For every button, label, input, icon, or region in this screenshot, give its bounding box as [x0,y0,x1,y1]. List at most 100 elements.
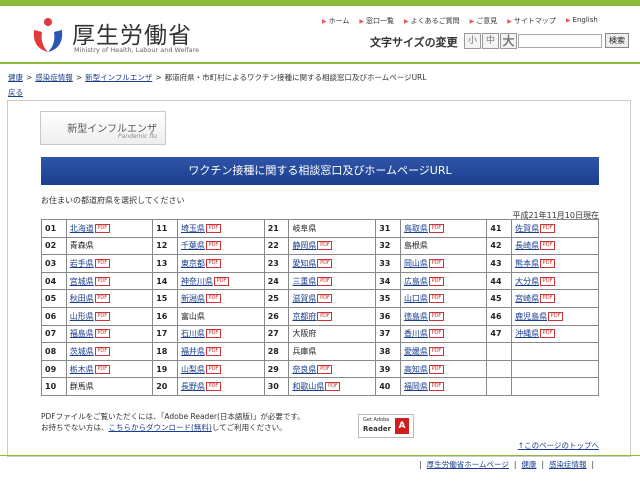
prefecture-link[interactable]: 栃木県 [70,365,94,374]
font-size-small-button[interactable]: 小 [464,33,481,49]
section-badge: 新型インフルエンザ Pandemic flu [40,111,166,145]
font-size-medium-button[interactable]: 中 [482,33,499,49]
prefecture-link[interactable]: 鹿児島県 [515,312,547,321]
prefecture-link[interactable]: 茨城県 [70,347,94,356]
prefecture-link[interactable]: 岩手県 [70,259,94,268]
prefecture-link[interactable]: 長崎県 [515,241,539,250]
pdf-icon: PDF [317,276,333,286]
prefecture-cell: 愛媛県 PDF [399,342,488,361]
prefecture-link[interactable]: 滋賀県 [292,294,316,303]
prefecture-cell: 愛知県 PDF [288,254,377,273]
prefecture-link[interactable]: 山梨県 [181,365,205,374]
prefecture-link[interactable]: 福井県 [181,347,205,356]
adobe-badge-line2: Reader [363,425,392,433]
prefecture-link[interactable]: 徳島県 [404,312,428,321]
prefecture-number: 21 [263,219,290,238]
prefecture-number: 05 [41,289,67,308]
prefecture-cell: 山形県 PDF [65,306,154,326]
prefecture-cell: 福井県 PDF [176,342,265,361]
prefecture-link[interactable]: 大分県 [515,277,539,286]
prefecture-number: 02 [41,236,67,256]
pdf-icon: PDF [428,329,444,339]
prefecture-link[interactable]: 高知県 [404,365,428,374]
prefecture-link[interactable]: 北海道 [70,224,94,233]
back-link[interactable]: 戻る [8,87,23,98]
pdf-icon: PDF [205,258,221,268]
prefecture-number: 39 [375,359,401,379]
font-size-large-button[interactable]: 大 [500,33,517,49]
prefecture-link[interactable]: 奈良県 [292,365,316,374]
nav-contacts[interactable]: ▶ 窓口一覧 [359,16,394,28]
prefecture-number: 35 [375,289,401,308]
prefecture-cell: 福島県 PDF [65,324,154,344]
pdf-icon: PDF [540,258,556,268]
back-to-top-link[interactable]: ↑このページのトップへ [518,440,599,451]
prefecture-link[interactable]: 広島県 [404,277,428,286]
search-button[interactable]: 検索 [605,33,629,48]
prefecture-number: 16 [152,306,178,326]
site-logo[interactable]: 厚生労働省 Ministry of Health, Labour and Wel… [30,14,200,60]
prefecture-number: 44 [486,271,513,291]
prefecture-cell [511,377,599,396]
prefecture-link[interactable]: 新潟県 [181,294,205,303]
prefecture-link[interactable]: 山口県 [404,294,428,303]
prefecture-number: 23 [263,254,290,273]
prefecture-link[interactable]: 岡山県 [404,259,428,268]
prefecture-link[interactable]: 和歌山県 [292,382,324,391]
prefecture-link[interactable]: 千葉県 [181,241,205,250]
prefecture-link[interactable]: 東京都 [181,259,205,268]
triangle-bullet-icon: ▶ [469,18,475,25]
prefecture-number: 40 [375,377,401,396]
nav-feedback[interactable]: ▶ ご意見 [470,16,498,28]
footer-separator: | [541,460,544,469]
prefecture-link[interactable]: 宮城県 [70,277,94,286]
table-row: 01 北海道 PDF 11 埼玉県 PDF 21 岐阜県 31 鳥取県 PDF 41 佐賀県 PDF [41,219,599,238]
prefecture-link[interactable]: 三重県 [292,277,316,286]
prefecture-link[interactable]: 熊本県 [515,259,539,268]
pdf-icon: PDF [317,241,333,251]
prefecture-link[interactable]: 神奈川県 [181,277,213,286]
get-adobe-reader-badge[interactable]: Get Adobe Reader A [358,414,414,438]
footer-health[interactable]: 健康 [521,460,536,469]
prefecture-number [486,342,513,361]
prefecture-link[interactable]: 山形県 [70,312,94,321]
prefecture-link[interactable]: 石川県 [181,329,205,338]
prefecture-link[interactable]: 香川県 [404,329,428,338]
prefecture-link[interactable]: 京都府 [292,312,316,321]
prefecture-cell: 宮崎県 PDF [511,289,599,308]
pdf-icon: PDF [205,241,221,251]
prefecture-link[interactable]: 鳥取県 [404,224,428,233]
prefecture-number: 12 [152,236,178,256]
prefecture-link[interactable]: 佐賀県 [515,224,539,233]
prefecture-link[interactable]: 愛知県 [292,259,316,268]
prefecture-number: 06 [41,306,67,326]
prefecture-cell: 和歌山県 PDF [288,377,377,396]
prefecture-link[interactable]: 福島県 [70,329,94,338]
prefecture-cell: 福岡県 PDF [399,377,488,396]
download-link[interactable]: こちらからダウンロード(無料) [109,423,212,432]
breadcrumb-flu[interactable]: 新型インフルエンザ [85,73,152,82]
breadcrumb-current: 都道府県・市町村によるワクチン接種に関する相談窓口及びホームページURL [164,73,427,82]
prefecture-link[interactable]: 宮崎県 [515,294,539,303]
breadcrumb-health[interactable]: 健康 [8,73,23,82]
prefecture-link[interactable]: 沖縄県 [515,329,539,338]
prefecture-link[interactable]: 愛媛県 [404,347,428,356]
nav-faq[interactable]: ▶ よくあるご質問 [404,16,460,28]
prefecture-link[interactable]: 秋田県 [70,294,94,303]
search-input[interactable] [518,34,602,48]
pdf-icon: PDF [428,364,444,374]
prefecture-link[interactable]: 埼玉県 [181,224,205,233]
nav-sitemap[interactable]: ▶ サイトマップ [507,16,556,28]
footer-infection[interactable]: 感染症情報 [549,460,587,469]
prefecture-link[interactable]: 静岡県 [292,241,316,250]
nav-home[interactable]: ▶ ホーム [322,16,349,28]
prefecture-link[interactable]: 長野県 [181,382,205,391]
pdf-icon: PDF [205,329,221,339]
breadcrumb-infection[interactable]: 感染症情報 [35,73,73,82]
prefecture-number: 07 [41,324,67,344]
prefecture-link[interactable]: 福岡県 [404,382,428,391]
nav-english[interactable]: ▶ English [566,16,598,28]
prefecture-cell: 熊本県 PDF [511,254,599,273]
table-row: 07 福島県 PDF 17 石川県 PDF 27 大阪府 37 香川県 PDF 47 沖縄県 PDF [41,324,599,344]
footer-mhlw-home[interactable]: 厚生労働省ホームページ [427,460,509,469]
